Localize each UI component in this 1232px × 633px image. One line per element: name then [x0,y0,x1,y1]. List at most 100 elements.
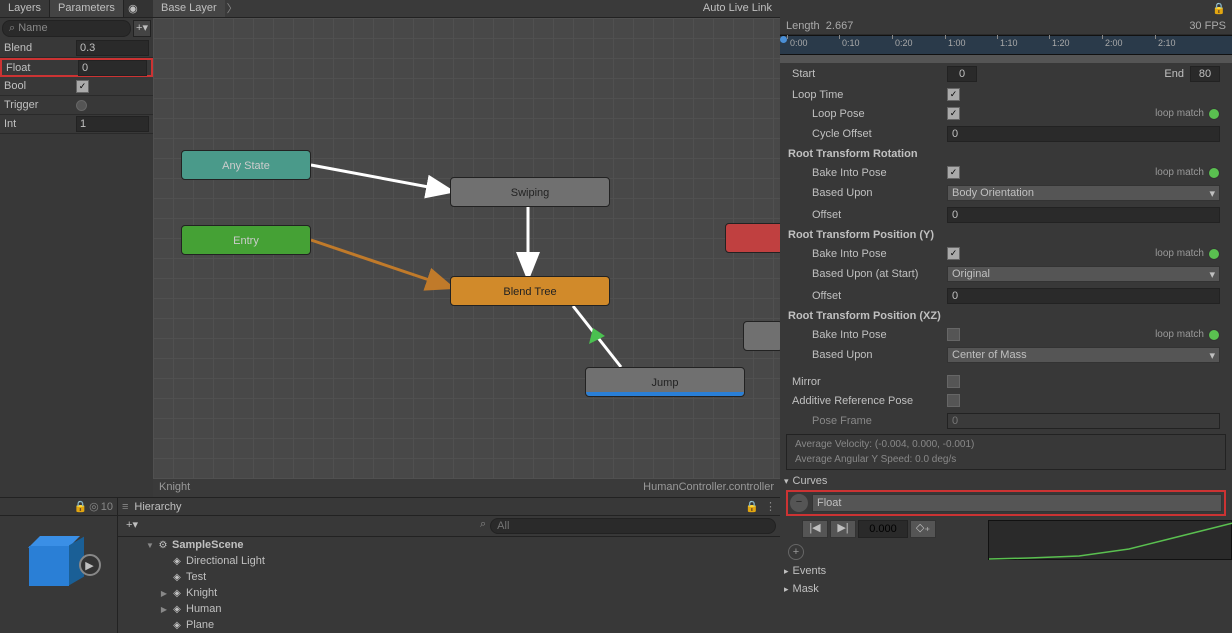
pose-frame-label: Pose Frame [792,415,947,427]
bake-xz-checkbox[interactable] [947,328,960,341]
bake-y-checkbox[interactable]: ✓ [947,247,960,260]
prev-key-button[interactable]: |◀ [802,520,828,538]
add-curve-button[interactable]: + [788,544,804,560]
lock-icon[interactable]: 🔒 [780,0,1232,18]
based-upon-rot-dropdown[interactable]: Body Orientation [947,185,1220,201]
node-swiping[interactable]: Swiping [450,177,610,207]
end-label: End [1164,68,1184,80]
start-input[interactable] [947,66,977,82]
search-placeholder: Name [18,22,47,34]
edge-highlight-icon [589,328,605,344]
param-search-input[interactable]: ⌕ Name [2,20,131,37]
status-dot-icon [1208,167,1220,179]
curve-auto-button[interactable]: ◇₊ [910,520,936,538]
curve-name-input[interactable] [812,494,1222,512]
play-icon[interactable]: ▶ [79,554,101,576]
events-section[interactable]: Events [780,562,1232,580]
loop-pose-checkbox[interactable]: ✓ [947,107,960,120]
param-name: Bool [4,80,76,92]
add-parameter-button[interactable]: +▾ [133,20,151,37]
graph-status-bar: Knight HumanController.controller [153,479,780,497]
timeline-tick: 2:00 [1105,38,1123,48]
node-any-state[interactable]: Any State [181,150,311,180]
remove-curve-button[interactable]: − [790,494,808,512]
item-label: Directional Light [186,555,265,567]
timeline-tick: 0:10 [842,38,860,48]
bake-pose-label: Bake Into Pose [792,167,947,179]
hidden-icon[interactable]: ◎ [89,500,99,513]
breadcrumb[interactable]: Base Layer [153,0,225,17]
tab-layers[interactable]: Layers [0,0,50,17]
next-key-button[interactable]: ▶| [830,520,856,538]
scene-item[interactable]: ▼ ⚙ SampleScene [118,537,780,553]
timeline-tick: 2:10 [1158,38,1176,48]
hierarchy-item[interactable]: ◈ Plane [118,617,780,633]
param-trigger[interactable]: Trigger [0,96,153,115]
hierarchy-item[interactable]: ◈ Test [118,569,780,585]
item-label: Knight [186,587,217,599]
search-icon: ⌕ [476,518,490,534]
preview-panel: 🔒 ◎ 10 ▶ [0,497,118,633]
param-trigger-radio[interactable] [76,100,87,111]
node-exit[interactable] [725,223,785,253]
timeline-clip-bar[interactable] [780,55,1232,63]
node-unnamed[interactable] [743,321,783,351]
based-upon-xz-dropdown[interactable]: Center of Mass [947,347,1220,363]
playhead-icon[interactable] [780,36,787,43]
node-entry[interactable]: Entry [181,225,311,255]
hierarchy-title: Hierarchy [128,501,187,513]
offset-label: Offset [792,209,947,221]
based-upon-y-dropdown[interactable]: Original [947,266,1220,282]
additive-ref-label: Additive Reference Pose [792,395,947,407]
param-blend[interactable]: Blend [0,39,153,58]
loop-match-label: loop match [1155,329,1208,340]
expand-toggle-icon[interactable]: ▼ [144,541,156,550]
cycle-offset-input[interactable] [947,126,1220,142]
loop-time-checkbox[interactable]: ✓ [947,88,960,101]
create-button[interactable]: +▾ [122,518,142,534]
panel-tabs: Layers Parameters ◉ [0,0,153,18]
param-blend-value[interactable] [76,40,149,56]
node-blend-tree[interactable]: Blend Tree [450,276,610,306]
curves-section[interactable]: Curves [780,472,1232,490]
mirror-checkbox[interactable] [947,375,960,388]
param-int-value[interactable] [76,116,149,132]
expand-toggle-icon[interactable]: ▶ [158,589,170,598]
graph-canvas[interactable]: Any State Entry Swiping Blend Tree Jump [153,18,780,479]
param-int[interactable]: Int [0,115,153,134]
bake-pose-y-label: Bake Into Pose [792,248,947,260]
bake-rot-checkbox[interactable]: ✓ [947,166,960,179]
options-icon[interactable]: ⋮ [765,500,776,513]
expand-toggle-icon[interactable]: ▶ [158,605,170,614]
end-input[interactable] [1190,66,1220,82]
hierarchy-search-input[interactable] [490,518,776,534]
param-bool[interactable]: Bool ✓ [0,77,153,96]
visibility-icon[interactable]: ◉ [124,0,142,17]
item-label: Test [186,571,206,583]
offset-rot-input[interactable] [947,207,1220,223]
curve-preview[interactable] [988,520,1232,560]
param-name: Trigger [4,99,76,111]
param-bool-checkbox[interactable]: ✓ [76,80,89,93]
scene-name: SampleScene [172,539,244,551]
offset-y-input[interactable] [947,288,1220,304]
pose-frame-input [947,413,1220,429]
timeline-ruler[interactable]: 0:00 0:10 0:20 1:00 1:10 1:20 2:00 2:10 [780,35,1232,55]
hierarchy-item[interactable]: ▶ ◈ Human [118,601,780,617]
param-float-value[interactable] [78,60,147,76]
hierarchy-item[interactable]: ▶ ◈ Knight [118,585,780,601]
asset-preview[interactable]: ▶ [29,536,89,596]
hierarchy-item[interactable]: ◈ Directional Light [118,553,780,569]
param-float[interactable]: Float [0,58,153,77]
additive-ref-checkbox[interactable] [947,394,960,407]
lock-icon[interactable]: 🔒 [73,500,87,513]
loop-match-label: loop match [1155,108,1208,119]
based-upon-start-label: Based Upon (at Start) [792,268,947,280]
player-time-input[interactable] [858,520,908,538]
auto-live-link-toggle[interactable]: Auto Live Link [695,0,780,17]
node-jump[interactable]: Jump [585,367,745,397]
unity-icon: ⚙ [156,538,170,552]
lock-icon[interactable]: 🔒 [745,500,759,513]
mask-section[interactable]: Mask [780,580,1232,598]
tab-parameters[interactable]: Parameters [50,0,124,17]
